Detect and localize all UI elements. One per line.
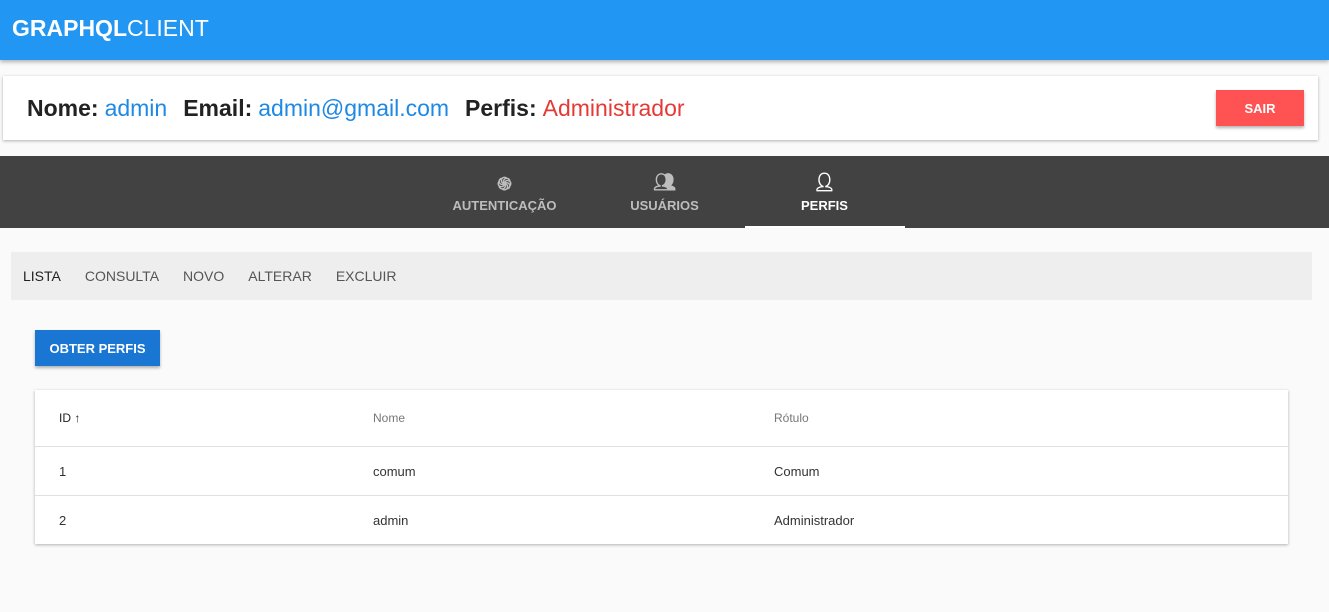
- cell-rotulo: Administrador: [774, 512, 855, 528]
- app-title-light: CLIENT: [127, 15, 209, 41]
- table-row[interactable]: 2 admin Administrador: [35, 495, 1288, 544]
- nome-label: Nome:: [27, 94, 99, 121]
- header-nome[interactable]: Nome: [373, 411, 774, 425]
- fingerprint-icon: ֍: [497, 173, 512, 194]
- perfis-value: Administrador: [542, 94, 685, 121]
- subtab-consulta[interactable]: CONSULTA: [85, 268, 159, 284]
- cell-nome: admin: [373, 512, 409, 528]
- subtab-excluir[interactable]: EXCLUIR: [336, 268, 397, 284]
- table-header: ID ↑ Nome Rótulo: [35, 390, 1288, 446]
- table-row[interactable]: 1 comum Comum: [35, 446, 1288, 495]
- subtab-alterar[interactable]: ALTERAR: [248, 268, 312, 284]
- tab-usuarios[interactable]: 👥︎ USUÁRIOS: [585, 156, 745, 228]
- user-info-card: Nome: admin Email: admin@gmail.com Perfis:…: [3, 76, 1318, 140]
- tab-perfis[interactable]: 👤︎ PERFIS: [744, 156, 905, 228]
- person-check-icon: 👤︎: [813, 171, 836, 192]
- tab-autenticacao[interactable]: ֍ AUTENTICAÇÃO: [425, 156, 585, 228]
- app-title-bold: GRAPHQL: [12, 15, 127, 41]
- obter-perfis-button[interactable]: OBTER PERFIS: [35, 330, 160, 366]
- subtab-lista[interactable]: LISTA: [23, 268, 61, 284]
- perfis-table: ID ↑ Nome Rótulo 1 comum Comum 2 admin A…: [35, 390, 1288, 544]
- main-tabs: ֍ AUTENTICAÇÃO 👥︎ USUÁRIOS 👤︎ PERFIS: [0, 156, 1329, 228]
- cell-id: 1: [59, 463, 67, 479]
- header-rotulo[interactable]: Rótulo: [774, 411, 1288, 425]
- people-icon: 👥︎: [653, 171, 676, 192]
- email-value: admin@gmail.com: [258, 94, 450, 121]
- app-bar: GRAPHQLCLIENT: [0, 0, 1329, 60]
- cell-id: 2: [59, 512, 67, 528]
- cell-nome: comum: [373, 463, 416, 479]
- logout-button[interactable]: SAIR: [1216, 90, 1304, 126]
- sub-tabs: LISTA CONSULTA NOVO ALTERAR EXCLUIR: [11, 252, 1312, 300]
- header-id[interactable]: ID ↑: [35, 411, 373, 425]
- sort-arrow-icon: ↑: [74, 411, 81, 425]
- subtab-novo[interactable]: NOVO: [183, 268, 224, 284]
- tab-label: AUTENTICAÇÃO: [452, 197, 557, 213]
- tab-label: USUÁRIOS: [630, 197, 699, 213]
- tab-label: PERFIS: [801, 197, 848, 213]
- perfis-label: Perfis:: [465, 94, 537, 121]
- email-label: Email:: [183, 94, 253, 121]
- nome-value: admin: [104, 94, 168, 121]
- cell-rotulo: Comum: [774, 463, 820, 479]
